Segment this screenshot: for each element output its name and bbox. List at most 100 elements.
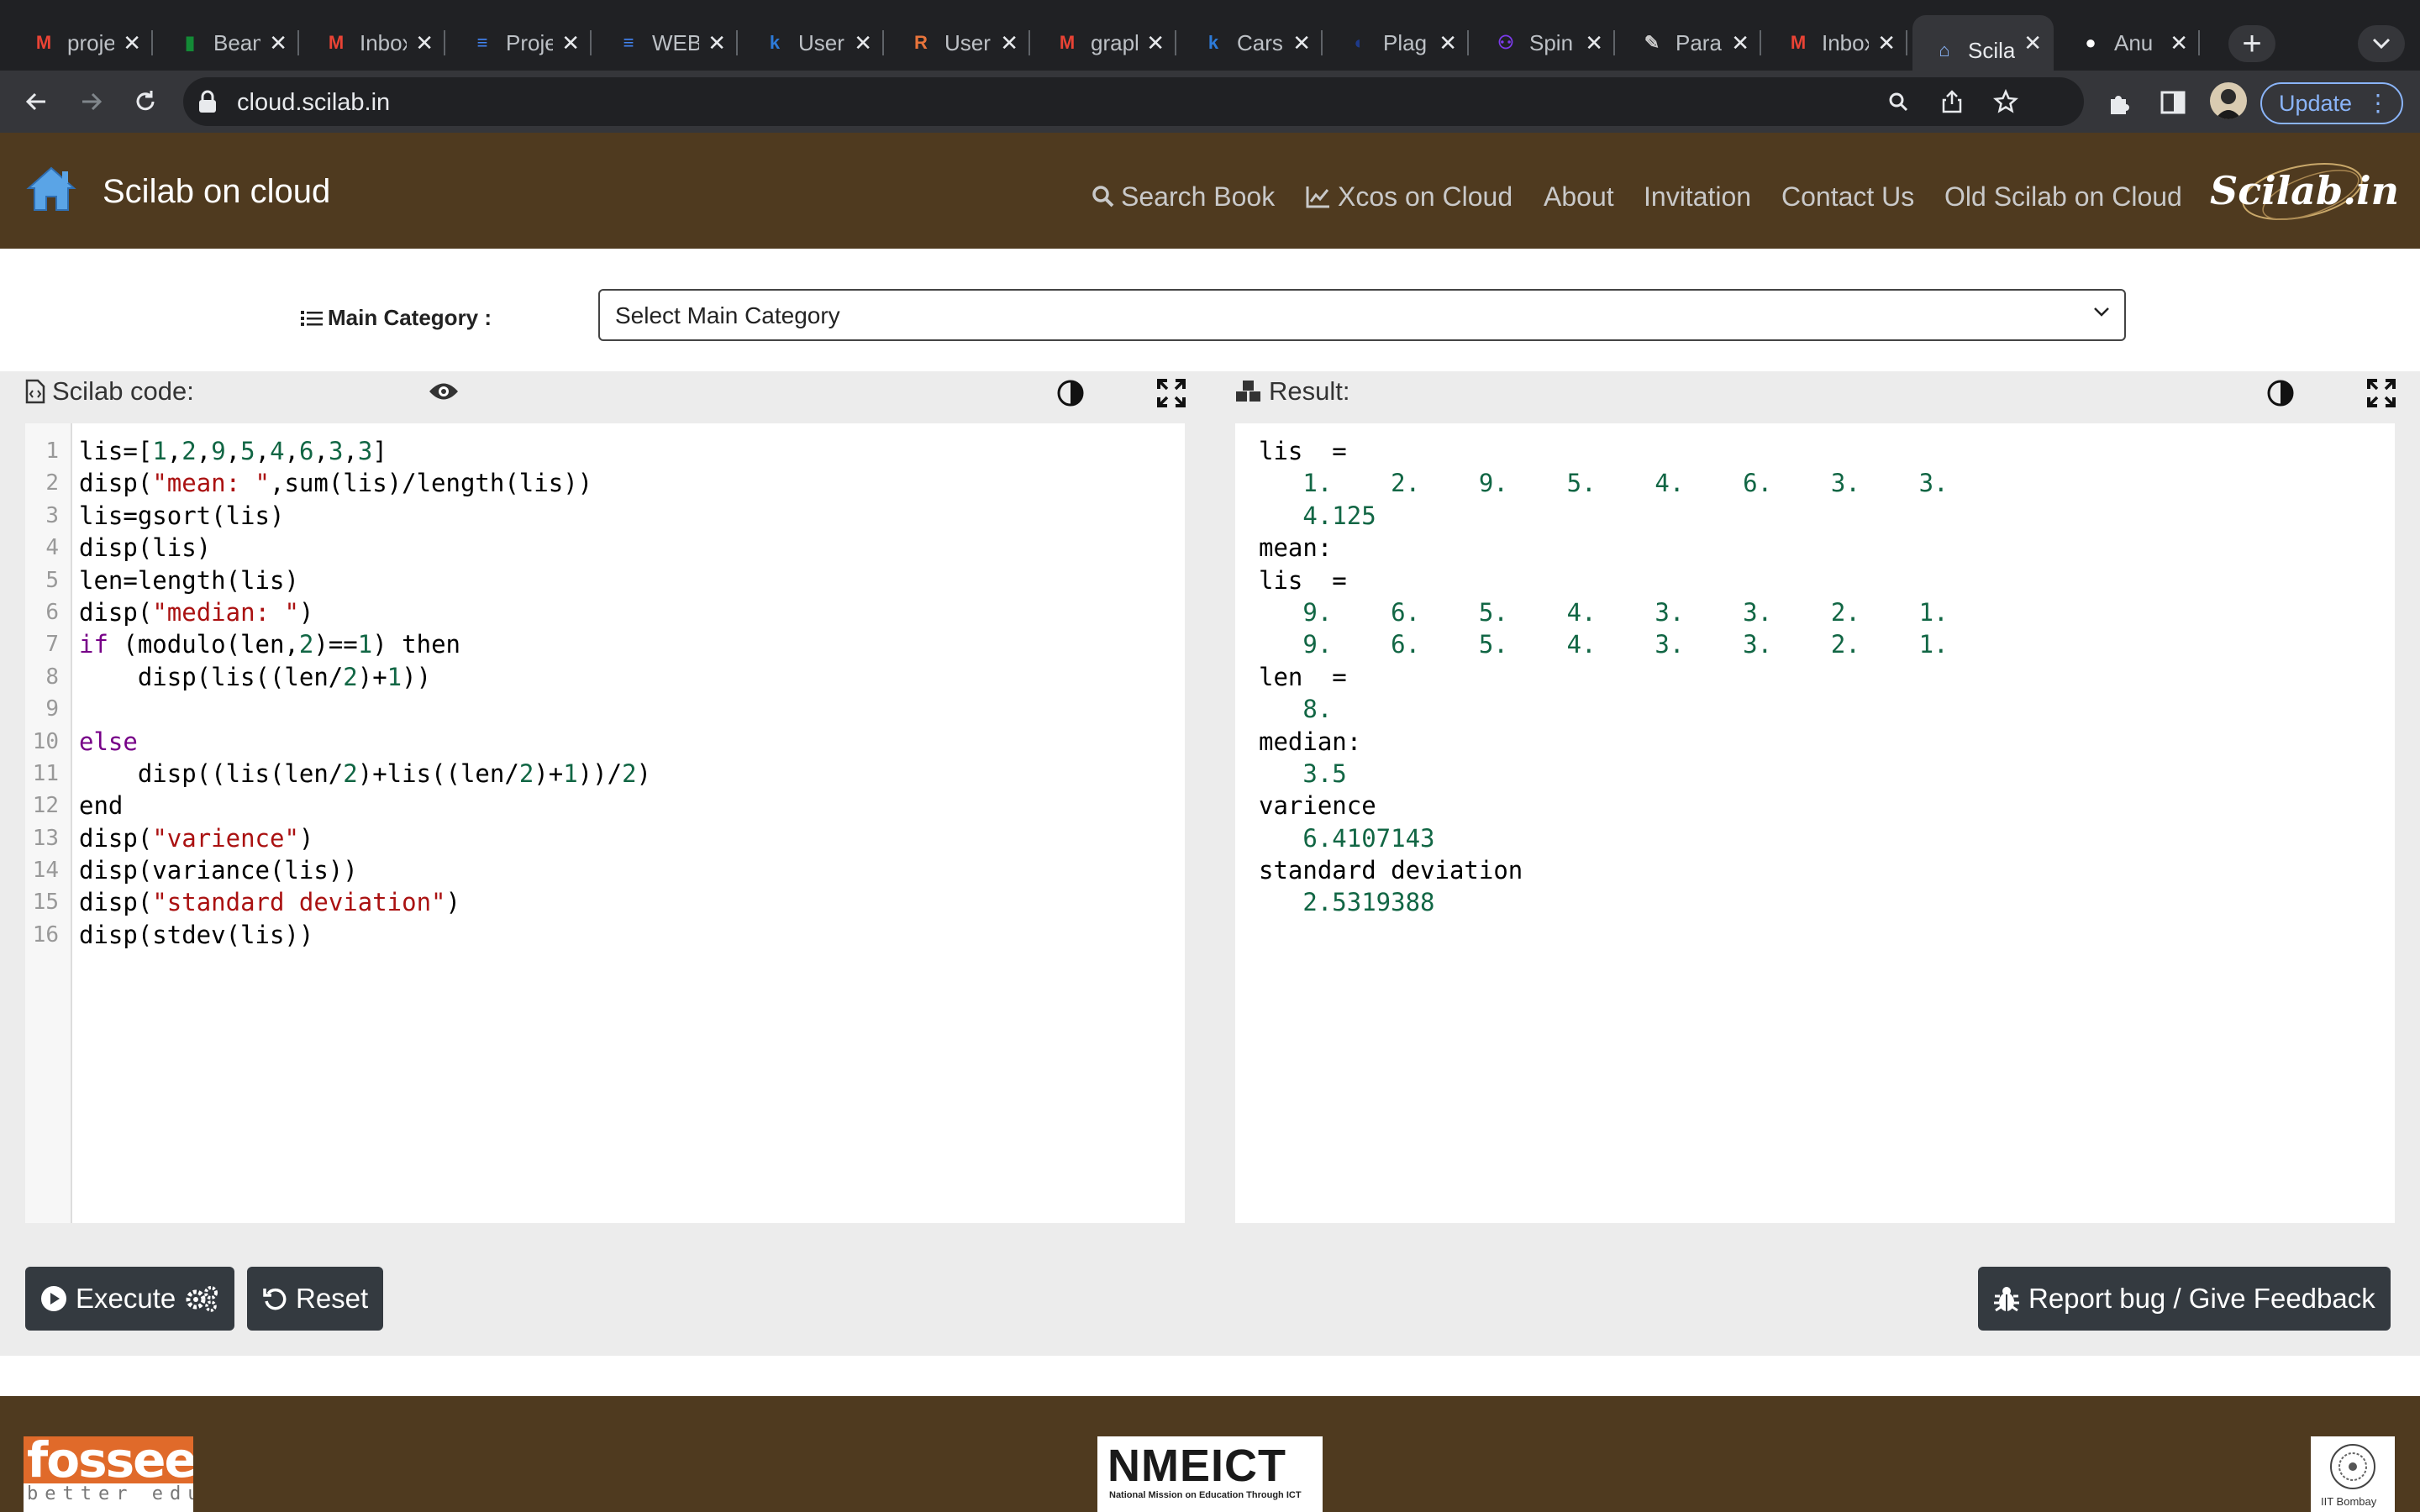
code-line: disp(lis) (79, 533, 212, 563)
gmail-icon: M (1790, 32, 1807, 53)
home-icon[interactable] (25, 163, 77, 215)
result-line: 6.4107143 (1259, 823, 1435, 853)
browser-tab[interactable]: Mgraph ✕ (1035, 15, 1176, 71)
editor-theme-toggle-icon[interactable] (1054, 376, 1087, 410)
result-theme-toggle-icon[interactable] (2264, 376, 2297, 410)
preview-eye-icon[interactable] (427, 375, 460, 408)
close-tab-icon[interactable]: ✕ (1292, 29, 1311, 56)
report-bug-label: Report bug / Give Feedback (2028, 1283, 2375, 1314)
browser-tab[interactable]: ≡ WEB ✕ (597, 15, 738, 71)
nmeict-logo[interactable]: NMEICT National Mission on Education Thr… (1097, 1436, 1323, 1512)
line-number: 5 (45, 567, 59, 593)
close-tab-icon[interactable]: ✕ (1877, 29, 1896, 56)
nav-invitation[interactable]: Invitation (1644, 181, 1751, 213)
browser-tab[interactable]: ● Anu ✕ (2059, 15, 2200, 71)
chevron-down-icon (2372, 38, 2391, 50)
browser-tab[interactable]: Mproject ✕ (12, 15, 153, 71)
browser-tab[interactable]: ⚇ Spin ✕ (1474, 15, 1615, 71)
nav-search-book-label: Search Book (1121, 181, 1276, 212)
search-page-icon[interactable] (1884, 87, 1912, 116)
nav-old-scilab[interactable]: Old Scilab on Cloud (1944, 181, 2182, 213)
result-output[interactable]: lis = 1. 2. 9. 5. 4. 6. 3. 3. 4.125 mean:… (1235, 423, 2395, 1223)
editor-fullscreen-icon[interactable] (1155, 376, 1188, 410)
browser-tab[interactable]: M Inbox ✕ (304, 15, 445, 71)
browser-tab[interactable]: ≡ Project ✕ (450, 15, 592, 71)
undo-icon (263, 1288, 287, 1310)
nav-xcos-on-cloud[interactable]: Xcos on Cloud (1306, 181, 1512, 213)
r-icon: R (914, 32, 928, 53)
result-line: mean: (1259, 533, 1333, 563)
result-line: 9. 6. 5. 4. 3. 3. 2. 1. (1259, 630, 1949, 659)
line-numbers: 1 2 3 4 5 6 7 8 9 10 11 12 13 14 15 16 (25, 435, 59, 951)
result-line: median: (1259, 727, 1362, 756)
close-tab-icon[interactable]: ✕ (1585, 29, 1603, 56)
brand-title[interactable]: Scilab on cloud (103, 173, 330, 211)
browser-tab[interactable]: ✎ Para ✕ (1620, 15, 1761, 71)
forward-button[interactable] (72, 82, 111, 121)
result-fullscreen-icon[interactable] (2365, 376, 2398, 410)
close-tab-icon[interactable]: ✕ (708, 29, 726, 56)
main-category-label-text: Main Category : (328, 305, 492, 330)
address-bar[interactable]: cloud.scilab.in (183, 77, 2084, 126)
code-editor[interactable]: 1 2 3 4 5 6 7 8 9 10 11 12 13 14 15 16 lis=[1,2,9,5,4,6… (25, 423, 1185, 1223)
close-tab-icon[interactable]: ✕ (2023, 29, 2042, 56)
update-button[interactable]: Update ⋮ (2260, 82, 2403, 124)
gmail-icon: M (1059, 32, 1076, 53)
result-panel-title-text: Result: (1269, 376, 1350, 406)
close-tab-icon[interactable]: ✕ (854, 29, 872, 56)
nav-contact-us[interactable]: Contact Us (1781, 181, 1914, 213)
profile-avatar[interactable] (2210, 82, 2247, 119)
code-content[interactable]: lis=[1,2,9,5,4,6,3,3] disp("mean: ",sum(… (79, 435, 651, 951)
close-tab-icon[interactable]: ✕ (1000, 29, 1018, 56)
code-line: disp("varience") (79, 823, 314, 853)
quill-icon: ✎ (1644, 32, 1660, 53)
close-tab-icon[interactable]: ✕ (1731, 29, 1749, 56)
execute-button[interactable]: Execute (25, 1267, 235, 1331)
reload-button[interactable] (126, 82, 165, 121)
fossee-logo[interactable]: fossee better education (24, 1436, 193, 1512)
nav-about[interactable]: About (1544, 181, 1614, 213)
main-category-select[interactable]: Select Main Category (598, 289, 2126, 341)
site-footer: fossee better education NMEICT National … (0, 1396, 2420, 1512)
line-number: 3 (45, 502, 59, 528)
browser-tab[interactable]: ▮ Beamer ✕ (158, 15, 299, 71)
browser-tab[interactable]: ◐ Plag ✕ (1328, 15, 1469, 71)
tab-search-button[interactable] (2358, 25, 2405, 62)
reset-button[interactable]: Reset (247, 1267, 384, 1331)
result-line: len = (1259, 662, 1347, 691)
scilab-logo-text: Scilab.in (2210, 168, 2400, 213)
overleaf-icon: ▮ (184, 32, 196, 53)
close-tab-icon[interactable]: ✕ (561, 29, 580, 56)
result-line: 8. (1259, 695, 1333, 724)
more-menu-icon[interactable]: ⋮ (2366, 89, 2390, 117)
main-category-selected: Select Main Category (615, 302, 840, 328)
new-tab-button[interactable]: + (2228, 25, 2275, 62)
share-icon[interactable] (1938, 87, 1966, 116)
close-tab-icon[interactable]: ✕ (1146, 29, 1165, 56)
line-number: 7 (45, 632, 59, 658)
code-line: disp("standard deviation") (79, 888, 460, 917)
close-tab-icon[interactable]: ✕ (123, 29, 141, 56)
extensions-icon[interactable] (2102, 86, 2136, 119)
sidepanel-icon[interactable] (2156, 86, 2190, 119)
close-tab-icon[interactable]: ✕ (269, 29, 287, 56)
result-line: 9. 6. 5. 4. 3. 3. 2. 1. (1259, 597, 1949, 627)
close-tab-icon[interactable]: ✕ (2170, 29, 2188, 56)
close-tab-icon[interactable]: ✕ (415, 29, 434, 56)
scilab-logo[interactable]: Scilab.in (2202, 153, 2399, 228)
iit-bombay-logo[interactable]: IIT Bombay (2311, 1436, 2395, 1512)
back-button[interactable] (17, 82, 55, 121)
close-tab-icon[interactable]: ✕ (1439, 29, 1457, 56)
nav-search-book[interactable]: Search Book (1091, 181, 1275, 213)
code-panel-title: Scilab code: (25, 376, 194, 407)
line-number: 15 (32, 890, 59, 916)
browser-tab[interactable]: M Inbox ✕ (1766, 15, 1907, 71)
browser-tab[interactable]: R User ✕ (889, 15, 1030, 71)
url-text: cloud.scilab.in (237, 89, 391, 116)
browser-tab[interactable]: k User ✕ (743, 15, 884, 71)
nmeict-logo-text: NMEICT (1107, 1441, 1286, 1491)
browser-tab[interactable]: k Cars ✕ (1181, 15, 1323, 71)
gears-icon (186, 1286, 218, 1312)
report-bug-button[interactable]: Report bug / Give Feedback (1978, 1267, 2391, 1331)
bookmark-star-icon[interactable] (1991, 87, 2020, 116)
